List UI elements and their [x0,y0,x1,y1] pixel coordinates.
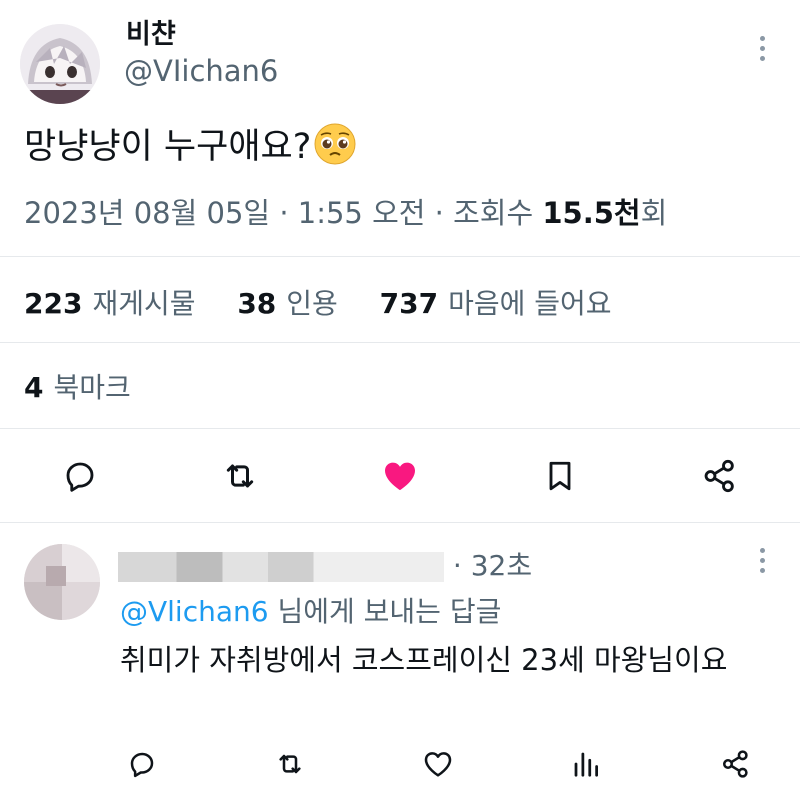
reply-header: · 32초 [118,544,532,584]
tweet-text: 망냥냥이 누구애요? [24,118,357,169]
divider [0,522,800,523]
views-label: 조회수 [453,196,534,230]
divider [0,256,800,257]
reply-reply-button[interactable] [124,746,160,782]
bookmark-icon [549,461,571,491]
author-display-name[interactable]: 비챤 [126,12,176,51]
likes-stat[interactable]: 737 마음에 들어요 [380,287,612,320]
reply-to-mention[interactable]: @Vlichan6 [120,595,269,628]
reply-share-button[interactable] [718,746,754,782]
quotes-stat[interactable]: 38 인용 [237,287,338,320]
divider [0,428,800,429]
tweet-date: 2023년 08월 05일 [24,196,271,230]
retweet-icon [279,754,301,774]
more-icon[interactable] [760,36,766,66]
like-button[interactable] [378,454,422,498]
views-icon [574,752,598,777]
views-count: 15.5천 [542,196,641,230]
redacted-username [118,552,444,582]
share-button[interactable] [698,454,742,498]
retweet-icon [226,464,254,488]
likes-label: 마음에 들어요 [448,287,612,320]
author-handle[interactable]: @VIichan6 [124,54,278,88]
heart-icon [424,752,452,777]
reply-views-button[interactable] [568,746,604,782]
reply-like-button[interactable] [420,746,456,782]
tweet-metadata: 2023년 08월 05일 · 1:55 오전 · 조회수 15.5천회 [24,196,668,230]
bookmarks-stat[interactable]: 4 북마크 [24,366,131,406]
replying-to: @Vlichan6 님에게 보내는 답글 [120,590,501,630]
bookmarks-count: 4 [24,371,44,404]
bookmark-button[interactable] [538,454,582,498]
retweets-label: 재게시물 [92,287,196,320]
views-suffix: 회 [640,196,668,230]
quotes-count: 38 [237,287,277,320]
tweet-text-content: 망냥냥이 누구애요? [24,127,312,167]
author-avatar[interactable] [20,24,100,104]
reply-icon [66,462,94,492]
quotes-label: 인용 [286,287,338,320]
retweet-button[interactable] [218,454,262,498]
share-icon [704,459,734,493]
tweet-time: 1:55 오전 [297,196,426,230]
retweets-count: 223 [24,287,83,320]
reply-to-suffix: 님에게 보내는 답글 [277,595,502,628]
reply-button[interactable] [58,454,102,498]
reply-avatar[interactable] [24,544,100,620]
likes-count: 737 [379,287,439,320]
reply-age: 32초 [470,549,533,582]
reply-retweet-button[interactable] [272,746,308,782]
retweets-stat[interactable]: 223 재게시물 [24,287,196,320]
reply-icon [130,752,154,778]
share-icon [723,750,748,778]
reply-more-icon[interactable] [760,548,766,578]
bookmarks-label: 북마크 [53,371,131,404]
engagement-stats: 223 재게시물 38 인용 737 마음에 들어요 [24,282,612,322]
pleading-emoji [313,122,357,166]
divider [0,342,800,343]
reply-text: 취미가 자취방에서 코스프레이신 23세 마왕님이요 [120,643,728,677]
heart-icon [385,462,415,491]
